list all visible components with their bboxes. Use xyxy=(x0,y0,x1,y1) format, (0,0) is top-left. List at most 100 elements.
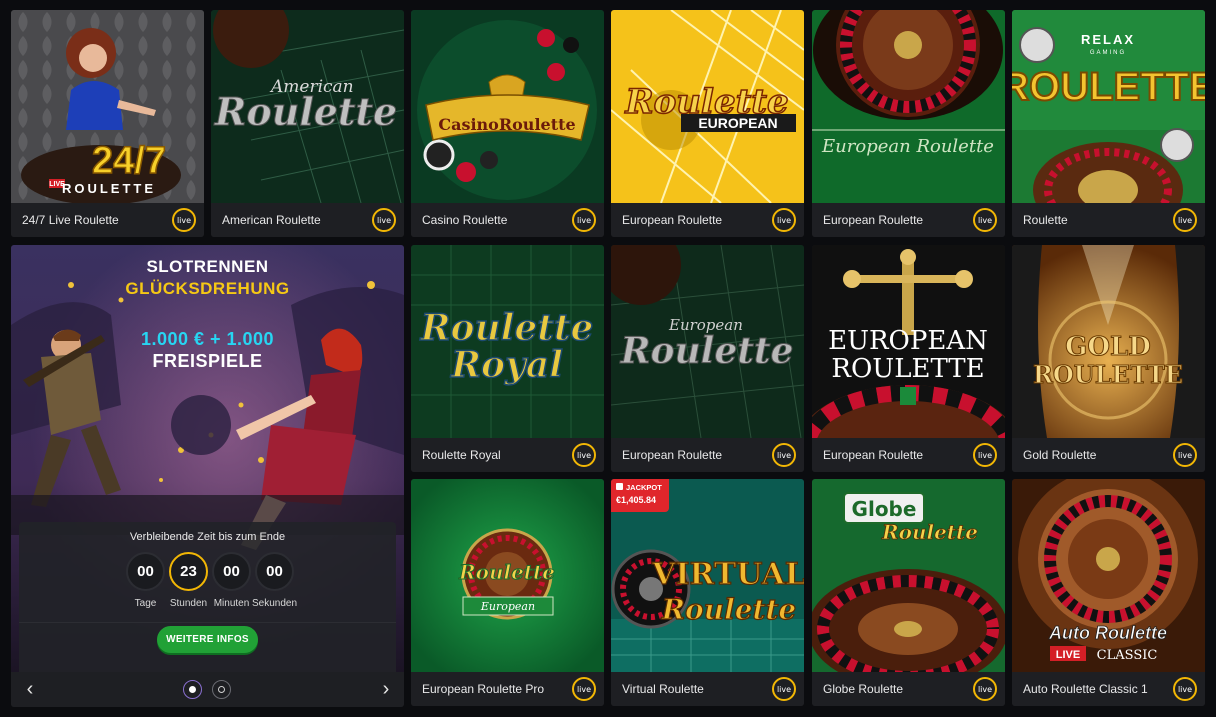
game-tile-footer: Roulette Royal live xyxy=(411,438,604,472)
game-thumbnail: Roulette Royal xyxy=(411,245,604,438)
chevron-left-icon: ‹ xyxy=(26,678,34,700)
game-tile-european-roulette-pro[interactable]: Roulette European European Roulette Pro … xyxy=(411,479,604,706)
game-thumbnail: Roulette EUROPEAN xyxy=(611,10,804,203)
svg-text:EUROPEAN: EUROPEAN xyxy=(698,115,777,131)
game-name: Globe Roulette xyxy=(823,682,904,696)
countdown-value: 00 xyxy=(212,552,251,591)
live-badge: live xyxy=(973,677,997,701)
countdown-title: Verbleibende Zeit bis zum Ende xyxy=(129,531,286,543)
svg-text:European Roulette: European Roulette xyxy=(821,136,994,157)
promo-banner-slotrennen[interactable]: SLOTRENNEN GLÜCKSDREHUNG 1.000 € + 1.000… xyxy=(11,245,404,707)
game-tile-footer: European Roulette live xyxy=(611,438,804,472)
game-name: European Roulette Pro xyxy=(422,682,545,696)
game-tile-american-roulette[interactable]: American Roulette American Roulette live xyxy=(211,10,404,237)
live-badge: live xyxy=(1173,677,1197,701)
svg-text:ROULETTE: ROULETTE xyxy=(1012,65,1205,109)
game-tile-casino-roulette[interactable]: CasinoRoulette Casino Roulette live xyxy=(411,10,604,237)
live-badge: live xyxy=(1173,443,1197,467)
game-thumbnail: Roulette European xyxy=(411,479,604,672)
game-tile-footer: European Roulette live xyxy=(812,438,1005,472)
live-badge: live xyxy=(572,677,596,701)
live-badge: live xyxy=(372,208,396,232)
game-name: Auto Roulette Classic 1 xyxy=(1023,682,1148,696)
game-thumbnail: GOLD ROULETTE xyxy=(1012,245,1205,438)
promo-offer-label: FREISPIELE xyxy=(152,351,263,371)
game-thumbnail: European Roulette xyxy=(812,10,1005,203)
game-name: 24/7 Live Roulette xyxy=(22,213,119,227)
game-thumbnail: European Roulette xyxy=(611,245,804,438)
promo-title: SLOTRENNEN xyxy=(146,257,269,276)
game-tile-footer: Virtual Roulette live xyxy=(611,672,804,706)
svg-text:RELAX: RELAX xyxy=(1081,32,1135,47)
game-name: European Roulette xyxy=(823,448,924,462)
game-name: Gold Roulette xyxy=(1023,448,1097,462)
game-tile-european-roulette-4[interactable]: EUROPEAN ROULETTE European Roulette live xyxy=(812,245,1005,472)
live-badge: live xyxy=(1173,208,1197,232)
game-thumbnail: CasinoRoulette xyxy=(411,10,604,203)
carousel-dot-2[interactable] xyxy=(212,680,231,699)
game-tile-gold-roulette[interactable]: GOLD ROULETTE Gold Roulette live xyxy=(1012,245,1205,472)
countdown-panel: Verbleibende Zeit bis zum Ende 00 Tage 2… xyxy=(19,522,396,672)
jackpot-label: JACKPOT xyxy=(616,483,664,492)
game-tile-auto-roulette-classic[interactable]: Auto Roulette LIVE CLASSIC Auto Roulette… xyxy=(1012,479,1205,706)
game-thumbnail: Globe Roulette xyxy=(812,479,1005,672)
svg-text:Roulette: Roulette xyxy=(458,560,555,584)
svg-text:GAMING: GAMING xyxy=(1090,50,1126,56)
svg-text:Roulette: Roulette xyxy=(620,330,794,372)
carousel-dot-1[interactable] xyxy=(183,680,202,699)
promo-offer-amount: 1.000 € + 1.000 xyxy=(140,329,275,349)
game-tile-footer: Globe Roulette live xyxy=(812,672,1005,706)
game-tile-virtual-roulette[interactable]: VIRTUAL Roulette JACKPOT €1,405.84 Virtu… xyxy=(611,479,804,706)
game-name: Casino Roulette xyxy=(422,213,508,227)
svg-text:CasinoRoulette: CasinoRoulette xyxy=(438,115,575,134)
game-thumbnail: EUROPEAN ROULETTE xyxy=(812,245,1005,438)
svg-text:European: European xyxy=(480,600,535,613)
game-name: Roulette xyxy=(1023,213,1068,227)
divider xyxy=(19,622,396,623)
countdown-value: 23 xyxy=(169,552,208,591)
jackpot-badge: JACKPOT €1,405.84 xyxy=(611,479,669,512)
carousel-nav: ‹ › xyxy=(11,672,404,707)
game-tile-footer: European Roulette live xyxy=(812,203,1005,237)
carousel-next-button[interactable]: › xyxy=(377,678,395,700)
game-thumbnail: 24/7 LIVE ROULETTE xyxy=(11,10,204,203)
countdown-value: 00 xyxy=(126,552,165,591)
game-name: Virtual Roulette xyxy=(622,682,704,696)
svg-text:GOLD: GOLD xyxy=(1065,332,1151,362)
art-title: 24/7 xyxy=(92,140,166,182)
live-badge: live xyxy=(572,443,596,467)
svg-text:VIRTUAL: VIRTUAL xyxy=(651,557,804,592)
game-tile-roulette-royal[interactable]: Roulette Royal Roulette Royal live xyxy=(411,245,604,472)
game-thumbnail: RELAX GAMING ROULETTE xyxy=(1012,10,1205,203)
carousel-prev-button[interactable]: ‹ xyxy=(21,678,39,700)
svg-text:Auto Roulette: Auto Roulette xyxy=(1048,623,1167,643)
svg-text:ROULETTE: ROULETTE xyxy=(1033,360,1183,389)
game-tile-footer: American Roulette live xyxy=(211,203,404,237)
game-tile-footer: European Roulette live xyxy=(611,203,804,237)
game-tile-globe-roulette[interactable]: Globe Roulette Globe Roulette live xyxy=(812,479,1005,706)
game-name: American Roulette xyxy=(222,213,321,227)
game-name: European Roulette xyxy=(823,213,924,227)
game-tile-roulette-relax[interactable]: RELAX GAMING ROULETTE Roulette live xyxy=(1012,10,1205,237)
svg-text:EUROPEAN: EUROPEAN xyxy=(828,326,988,356)
countdown-value: 00 xyxy=(255,552,294,591)
game-tile-footer: European Roulette Pro live xyxy=(411,672,604,706)
chevron-right-icon: › xyxy=(382,678,390,700)
game-thumbnail: American Roulette xyxy=(211,10,404,203)
live-badge: live xyxy=(772,677,796,701)
game-tile-european-roulette-3[interactable]: European Roulette European Roulette live xyxy=(611,245,804,472)
more-info-button[interactable]: WEITERE INFOS xyxy=(157,626,258,653)
svg-text:ROULETTE: ROULETTE xyxy=(831,354,984,384)
game-tile-european-roulette-1[interactable]: Roulette EUROPEAN European Roulette live xyxy=(611,10,804,237)
countdown-seconds: 00 Sekunden xyxy=(252,552,297,609)
live-badge: live xyxy=(973,443,997,467)
svg-text:Globe: Globe xyxy=(852,497,917,521)
svg-text:Roulette: Roulette xyxy=(881,520,978,544)
svg-text:Roulette: Roulette xyxy=(420,307,594,349)
game-name: European Roulette xyxy=(622,213,723,227)
game-tile-european-roulette-2[interactable]: European Roulette European Roulette live xyxy=(812,10,1005,237)
game-tile-footer: 24/7 Live Roulette live xyxy=(11,203,204,237)
countdown-label: Sekunden xyxy=(251,598,298,609)
game-tile-247-live-roulette[interactable]: 24/7 LIVE ROULETTE 24/7 Live Roulette li… xyxy=(11,10,204,237)
promo-subtitle: GLÜCKSDREHUNG xyxy=(125,279,290,298)
